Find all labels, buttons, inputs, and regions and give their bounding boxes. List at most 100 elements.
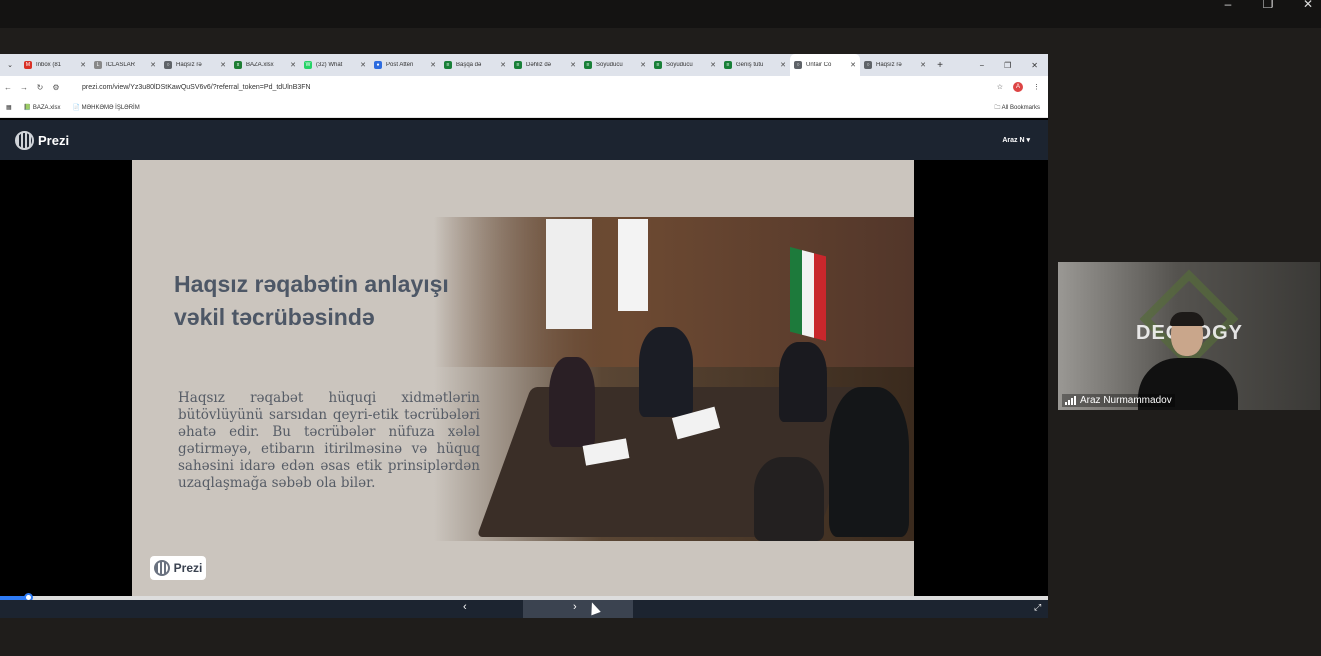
restore-icon[interactable]: ❐ xyxy=(1261,0,1275,12)
url-field[interactable]: prezi.com/view/Yz3u80lDStKawQuSV6v6/?ref… xyxy=(82,84,997,91)
tab-label: (32) What xyxy=(316,62,343,68)
meeting-photo xyxy=(434,217,914,541)
tab-favicon-icon: ○ xyxy=(864,61,872,69)
tab-label: Inbox (81 xyxy=(36,62,62,68)
browser-window-controls: − ❐ ✕ xyxy=(979,61,1048,70)
all-bookmarks-label: All Bookmarks xyxy=(1001,104,1040,111)
minimize-icon[interactable]: ‒ xyxy=(1221,0,1235,12)
slide: Haqsız rəqabətin anlayışı vəkil təcrübəs… xyxy=(132,160,914,596)
participant-video[interactable]: DEOLOGY Araz Nurmammadov xyxy=(1058,262,1320,410)
tab-close-icon[interactable]: ✕ xyxy=(570,61,576,69)
chevron-down-icon: ▾ xyxy=(1026,137,1030,144)
browser-tab[interactable]: ≡ Soyuducu ✕ xyxy=(650,54,720,76)
bookmark-label: BAZA.xlsx xyxy=(32,105,61,111)
slide-body: Haqsız rəqabət hüquqi xidmətlərin bütövl… xyxy=(178,390,480,491)
browser-tab[interactable]: ≡ Dəhliz də ✕ xyxy=(510,54,580,76)
bookmarks-bar: ▦ 📗 BAZA.xlsx 📄 MƏHKƏMƏ İŞLƏRİM 🗀 All Bo… xyxy=(0,98,1048,118)
browser-tab[interactable]: ≡ Geniş tutu ✕ xyxy=(720,54,790,76)
tab-favicon-icon: ≡ xyxy=(514,61,522,69)
shared-screen: ⌄ M Inbox (81 ✕ L İCLASLAR ✕ ○ Haqsız rə ✕ x BAZA.… xyxy=(0,54,1048,618)
tab-label: BAZA.xlsx xyxy=(246,62,274,68)
prezi-header: Prezi Araz N ▾ xyxy=(0,120,1048,160)
person xyxy=(779,342,827,422)
meeting-window: ‒ ❐ ✕ ⌄ M Inbox (81 ✕ L İCLASLAR ✕ ○ Haqsız rə ✕… xyxy=(0,0,1321,656)
presentation-stage: Haqsız rəqabətin anlayışı vəkil təcrübəs… xyxy=(0,160,1048,596)
browser-close-icon[interactable]: ✕ xyxy=(1031,61,1038,70)
person xyxy=(549,357,595,447)
next-icon[interactable]: › xyxy=(573,601,577,613)
tab-favicon-icon: ≡ xyxy=(724,61,732,69)
star-icon[interactable]: ☆ xyxy=(997,83,1003,91)
participant-hair xyxy=(1170,312,1204,326)
browser-tab[interactable]: ● Post Atten ✕ xyxy=(370,54,440,76)
profile-avatar[interactable]: A xyxy=(1013,82,1023,92)
browser-tab[interactable]: ○ Haqsız rə ✕ xyxy=(860,54,930,76)
reload-icon[interactable]: ↻ xyxy=(32,83,48,92)
tab-label: Başqa də xyxy=(456,62,482,68)
new-tab-icon[interactable]: + xyxy=(930,60,950,71)
fullscreen-icon[interactable]: ⤢ xyxy=(1034,602,1041,613)
browser-tab[interactable]: M Inbox (81 ✕ xyxy=(20,54,90,76)
tab-close-icon[interactable]: ✕ xyxy=(850,61,856,69)
tab-close-icon[interactable]: ✕ xyxy=(150,61,156,69)
tab-close-icon[interactable]: ✕ xyxy=(640,61,646,69)
tab-label: İCLASLAR xyxy=(106,62,136,68)
forward-icon[interactable]: → xyxy=(16,83,32,92)
all-bookmarks[interactable]: 🗀 All Bookmarks xyxy=(994,103,1048,113)
person xyxy=(639,327,693,417)
browser-tab[interactable]: ○ Unfair Co ✕ xyxy=(790,54,860,76)
prezi-logo[interactable]: Prezi xyxy=(15,130,69,150)
user-menu[interactable]: Araz N ▾ xyxy=(1002,136,1033,144)
bookmark-mehkeme[interactable]: 📄 MƏHKƏMƏ İŞLƏRİM xyxy=(72,104,139,111)
tab-close-icon[interactable]: ✕ xyxy=(710,61,716,69)
presentation-nav: ‹ › ⤢ xyxy=(0,600,1048,618)
slide-title: Haqsız rəqabətin anlayışı vəkil təcrübəs… xyxy=(174,271,449,330)
browser-tab[interactable]: ≡ Başqa də ✕ xyxy=(440,54,510,76)
tab-close-icon[interactable]: ✕ xyxy=(430,61,436,69)
prezi-logo-icon xyxy=(15,130,34,150)
browser-tab[interactable]: W (32) What ✕ xyxy=(300,54,370,76)
tab-label: Soyuducu xyxy=(596,62,623,68)
browser-tab[interactable]: ○ Haqsız rə ✕ xyxy=(160,54,230,76)
tab-close-icon[interactable]: ✕ xyxy=(80,61,86,69)
browser-tab[interactable]: ≡ Soyuducu ✕ xyxy=(580,54,650,76)
tab-label: Post Atten xyxy=(386,62,414,68)
tab-close-icon[interactable]: ✕ xyxy=(780,61,786,69)
back-icon[interactable]: ← xyxy=(0,83,16,92)
tab-label: Geniş tutu xyxy=(736,62,764,68)
participant-name-tag: Araz Nurmammadov xyxy=(1062,394,1175,407)
tab-favicon-icon: W xyxy=(304,61,312,69)
tab-close-icon[interactable]: ✕ xyxy=(360,61,366,69)
browser-restore-icon[interactable]: ❐ xyxy=(1004,61,1011,70)
tab-close-icon[interactable]: ✕ xyxy=(500,61,506,69)
browser-tab[interactable]: L İCLASLAR ✕ xyxy=(90,54,160,76)
tab-close-icon[interactable]: ✕ xyxy=(290,61,296,69)
apps-icon[interactable]: ▦ xyxy=(6,104,12,111)
prezi-badge[interactable]: Prezi xyxy=(150,556,206,580)
tab-favicon-icon: M xyxy=(24,61,32,69)
participant-name: Araz Nurmammadov xyxy=(1080,395,1172,406)
browser-minimize-icon[interactable]: − xyxy=(979,61,984,70)
browser-tab[interactable]: x BAZA.xlsx ✕ xyxy=(230,54,300,76)
previous-icon[interactable]: ‹ xyxy=(463,601,467,613)
close-icon[interactable]: ✕ xyxy=(1301,0,1315,12)
tab-search-icon[interactable]: ⌄ xyxy=(0,61,20,69)
next-area[interactable] xyxy=(523,600,633,618)
tab-favicon-icon: ● xyxy=(374,61,382,69)
tab-favicon-icon: ≡ xyxy=(444,61,452,69)
prezi-badge-icon xyxy=(153,560,170,576)
window-controls: ‒ ❐ ✕ xyxy=(1221,0,1315,12)
site-info-icon[interactable]: ⚙ xyxy=(48,83,64,92)
menu-icon[interactable]: ⋮ xyxy=(1033,83,1040,91)
bookmark-baza[interactable]: 📗 BAZA.xlsx xyxy=(24,104,61,111)
signal-icon xyxy=(1065,396,1076,405)
person xyxy=(829,387,909,537)
tab-favicon-icon: ○ xyxy=(164,61,172,69)
mexico-flag xyxy=(790,247,826,341)
person xyxy=(754,457,824,541)
photo-window xyxy=(618,219,648,311)
tab-close-icon[interactable]: ✕ xyxy=(220,61,226,69)
tab-favicon-icon: ≡ xyxy=(584,61,592,69)
tab-label: Dəhliz də xyxy=(526,62,552,68)
tab-close-icon[interactable]: ✕ xyxy=(920,61,926,69)
